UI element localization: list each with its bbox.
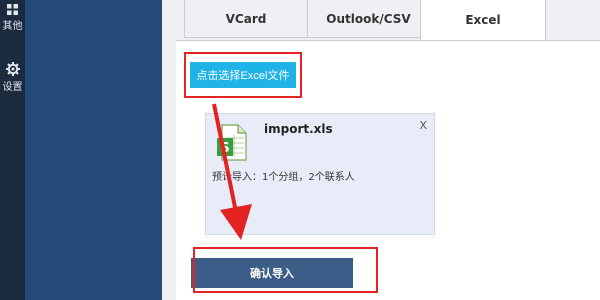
tab-label: Excel bbox=[465, 13, 501, 27]
choose-excel-file-button[interactable]: 点击选择Excel文件 bbox=[190, 62, 296, 88]
tab-label: Outlook/CSV bbox=[326, 11, 411, 26]
file-name: import.xls bbox=[264, 122, 333, 136]
tab-outlook-csv[interactable]: Outlook/CSV bbox=[308, 0, 430, 38]
grid-icon bbox=[7, 4, 18, 15]
excel-file-icon: S bbox=[217, 124, 247, 161]
import-preview-text: 预计导入：1个分组，2个联系人 bbox=[212, 172, 355, 183]
nav-item-other[interactable]: 其他 bbox=[0, 4, 25, 32]
file-card: S import.xls X 预计导入：1个分组，2个联系人 bbox=[205, 113, 435, 235]
gear-icon bbox=[5, 62, 20, 76]
tab-label: VCard bbox=[225, 11, 267, 26]
tab-vcard[interactable]: VCard bbox=[184, 0, 308, 38]
nav-item-label: 设置 bbox=[2, 82, 23, 93]
confirm-import-button[interactable]: 确认导入 bbox=[191, 258, 353, 288]
nav-rail: 其他 设置 bbox=[0, 0, 25, 300]
tab-excel[interactable]: Excel bbox=[420, 0, 546, 40]
nav-item-settings[interactable]: 设置 bbox=[0, 62, 25, 93]
nav-item-label: 其他 bbox=[2, 21, 23, 32]
backdrop-panel bbox=[25, 0, 162, 300]
svg-text:S: S bbox=[220, 141, 229, 156]
close-icon[interactable]: X bbox=[419, 119, 427, 132]
